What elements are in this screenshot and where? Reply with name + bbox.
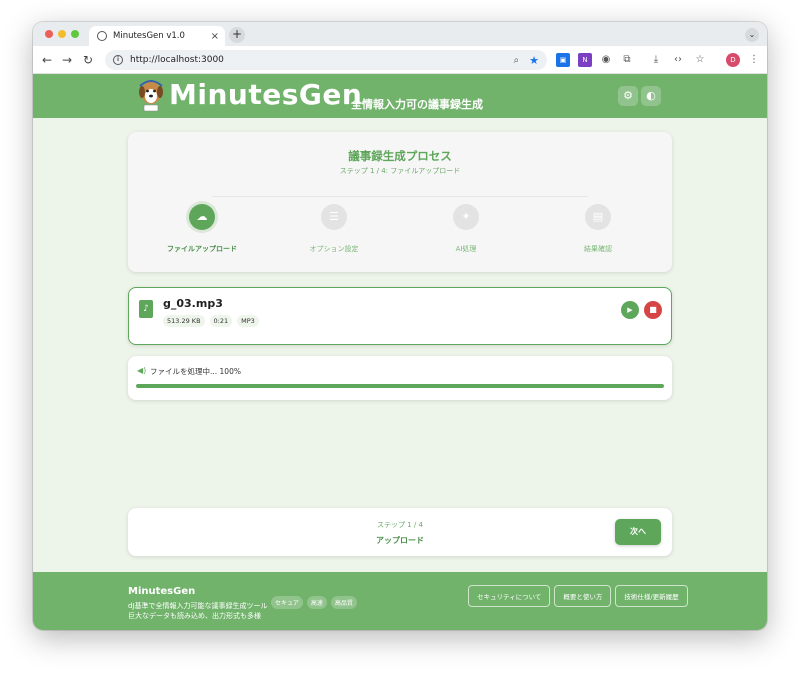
document-icon: ▤ [585,204,611,230]
step-label: オプション設定 [309,245,359,253]
step-divider [212,196,588,197]
app-header: MinutesGen 全情報入力可の議事録生成 ⚙ ◐ [33,74,767,118]
step-options[interactable]: ☰ オプション設定 [274,204,394,254]
step-results[interactable]: ▤ 結果確認 [538,204,658,254]
reload-icon[interactable]: ↻ [80,52,96,68]
camera-icon[interactable]: ◉ [599,53,613,67]
settings-button[interactable]: ⚙ [618,86,638,106]
sparkle-icon: ✦ [453,204,479,230]
site-info-icon[interactable]: i [113,55,123,65]
next-button[interactable]: 次へ [615,519,661,545]
security-link[interactable]: セキュリティについて [468,585,551,607]
audio-file-icon: ♪ [139,300,153,318]
file-duration-badge: 0:21 [209,315,233,327]
brand-tagline: 全情報入力可の議事録生成 [351,98,483,111]
browser-menu-icon[interactable]: ⋮ [747,53,761,67]
tab-close-icon[interactable]: × [211,31,219,42]
footer-badges: セキュア 高速 高品質 [271,596,357,609]
progress-track [136,384,664,388]
footer-desc-line: dJ基準で全情報入力可能な議事録生成ツール [128,602,268,610]
browser-window: MinutesGen v1.0 × + ⌄ ← → ↻ i http://loc… [33,22,767,630]
tab-title: MinutesGen v1.0 [113,31,185,41]
browser-tab[interactable]: MinutesGen v1.0 × [89,26,225,46]
footer-links: セキュリティについて 概要と使い方 技術仕様/更新履歴 [468,585,688,607]
app-footer: MinutesGen dJ基準で全情報入力可能な議事録生成ツール 巨大なデータも… [33,572,767,630]
step-label: 結果確認 [584,245,612,253]
step-label: ファイルアップロード [167,245,237,253]
sliders-icon: ☰ [321,204,347,230]
extensions-puzzle-icon[interactable]: ⧉ [620,53,634,67]
download-icon[interactable]: ⤓ [649,53,663,67]
progress-card: ◀) ファイルを処理中... 100% [128,356,672,400]
uploaded-file-card: ♪ g_03.mp3 513.29 KB 0:21 MP3 ▶ ■ [128,287,672,345]
zoom-icon[interactable]: ⌕ [514,55,520,66]
profile-avatar[interactable]: D [726,53,740,67]
step-upload[interactable]: ☁ ファイルアップロード [142,204,262,254]
reading-list-icon[interactable]: ☆ [693,53,707,67]
progress-fill [136,384,664,388]
globe-icon [97,31,107,41]
tech-spec-link[interactable]: 技術仕様/更新履歴 [615,585,688,607]
delete-button[interactable]: ■ [644,301,662,319]
browser-toolbar: ← → ↻ i http://localhost:3000 ⌕ ★ ▣ N ◉ … [33,46,767,74]
process-card: 議事録生成プロセス ステップ 1 / 4: ファイルアップロード ☁ ファイルア… [128,132,672,272]
extension-onenote-icon[interactable]: N [578,53,592,67]
app-page: MinutesGen 全情報入力可の議事録生成 ⚙ ◐ 議事録生成プロセス ステ… [33,74,767,630]
nav-step-name: アップロード [376,536,424,545]
file-format-badge: MP3 [237,315,259,327]
step-ai-processing[interactable]: ✦ AI処理 [406,204,526,254]
forward-icon[interactable]: → [59,52,75,68]
bookmark-star-icon[interactable]: ★ [529,54,539,67]
close-window-button[interactable] [45,30,53,38]
process-subtitle: ステップ 1 / 4: ファイルアップロード [339,167,461,175]
upload-cloud-icon: ☁ [189,204,215,230]
speaker-icon: ◀) [137,366,147,375]
process-title: 議事録生成プロセス [348,149,452,163]
footer-desc-line: 巨大なデータも読み込め、出力形式も多様 [128,612,261,620]
play-button[interactable]: ▶ [621,301,639,319]
theme-button[interactable]: ◐ [641,86,661,106]
footer-brand: MinutesGen [128,586,196,597]
tab-strip: MinutesGen v1.0 × + ⌄ [33,22,767,46]
brand-title: MinutesGen [169,78,363,111]
file-name: g_03.mp3 [163,297,223,310]
back-icon[interactable]: ← [39,52,55,68]
url-text[interactable]: http://localhost:3000 [130,55,514,65]
secure-badge: セキュア [271,596,303,609]
dog-mascot-icon [139,80,163,112]
devtools-icon[interactable]: ‹› [671,53,685,67]
tab-menu-button[interactable]: ⌄ [745,28,759,42]
new-tab-button[interactable]: + [229,27,245,43]
extension-screen-icon[interactable]: ▣ [556,53,570,67]
minimize-window-button[interactable] [58,30,66,38]
file-size-badge: 513.29 KB [163,315,205,327]
nav-step-counter: ステップ 1 / 4 [377,521,423,529]
address-bar[interactable]: i http://localhost:3000 ⌕ ★ [105,50,547,70]
progress-text: ファイルを処理中... 100% [150,367,241,376]
step-label: AI処理 [455,245,477,253]
file-meta: 513.29 KB 0:21 MP3 [163,315,259,327]
step-navigation: ステップ 1 / 4 アップロード 次へ [128,508,672,556]
quality-badge: 高品質 [330,596,357,609]
maximize-window-button[interactable] [71,30,79,38]
fast-badge: 高速 [306,596,327,609]
footer-description: dJ基準で全情報入力可能な議事録生成ツール 巨大なデータも読み込め、出力形式も多… [128,601,268,621]
overview-link[interactable]: 概要と使い方 [554,585,612,607]
